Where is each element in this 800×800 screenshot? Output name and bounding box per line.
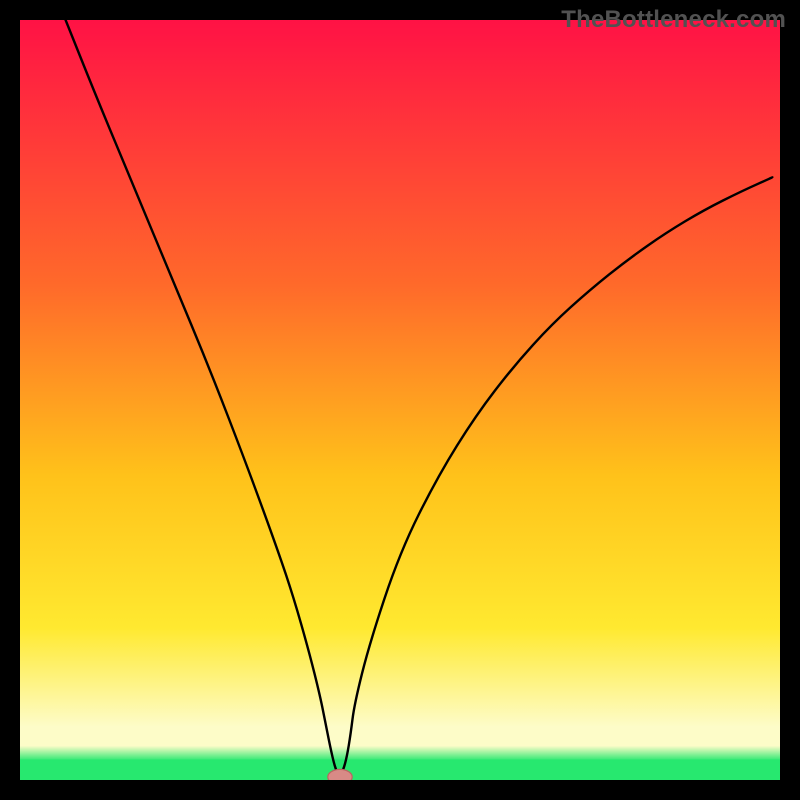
heat-gradient (20, 20, 780, 780)
green-band (20, 760, 780, 781)
watermark-text: TheBottleneck.com (561, 6, 786, 34)
chart-frame: TheBottleneck.com (0, 0, 800, 800)
minimum-marker (328, 769, 352, 780)
bottleneck-chart (20, 20, 780, 780)
plot-area (20, 20, 780, 780)
